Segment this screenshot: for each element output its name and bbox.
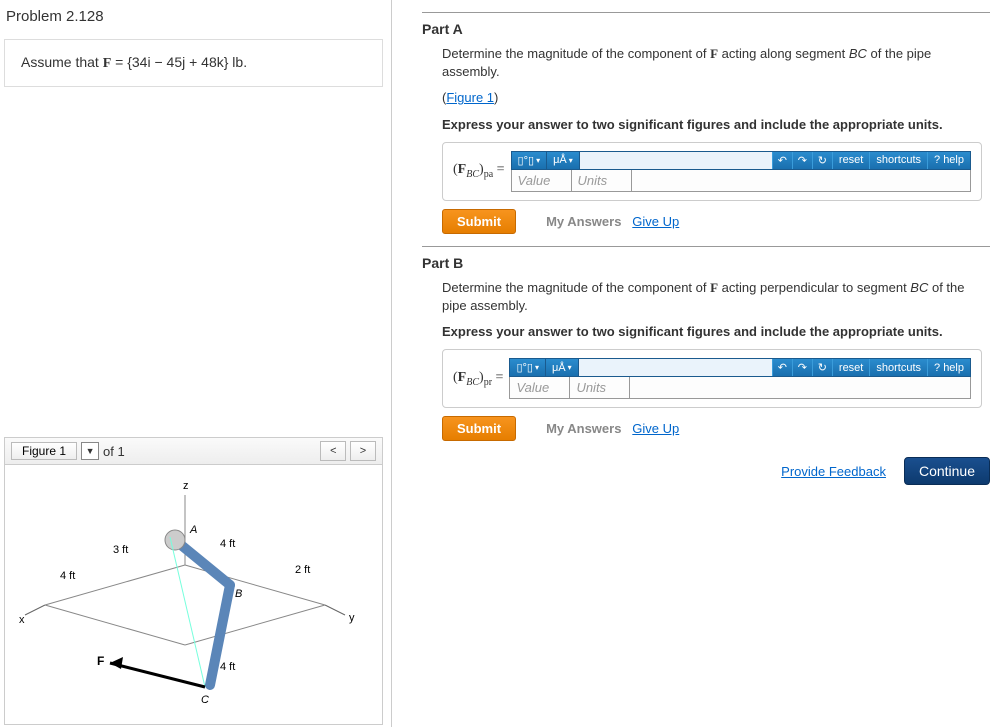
part-a-toolbar: ▯°▯▾ μÅ▾ ↶ ↷ ↻ reset shortcuts ? help xyxy=(511,151,971,170)
figure-toolbar: Figure 1 ▼ of 1 < > xyxy=(4,437,383,465)
assumption-box: Assume that F = {34i − 45j + 48k} lb. xyxy=(4,39,383,87)
footer-row: Provide Feedback Continue xyxy=(422,457,990,485)
part-a-value-input[interactable]: Value xyxy=(512,170,572,191)
force-symbol: F xyxy=(710,46,718,61)
part-a-title: Part A xyxy=(422,21,990,37)
figure-count: of 1 xyxy=(103,444,125,459)
part-b-input-rest[interactable] xyxy=(630,377,970,398)
dim-2ft: 2 ft xyxy=(295,564,310,576)
part-a-answer-box: (FBC)pa = ▯°▯▾ μÅ▾ ↶ ↷ ↻ xyxy=(442,142,982,201)
undo-button[interactable]: ↶ xyxy=(772,152,792,169)
part-b-toolbar: ▯°▯▾ μÅ▾ ↶ ↷ ↻ reset shortcuts ? help xyxy=(509,358,971,377)
symbols-button[interactable]: μÅ▾ xyxy=(546,359,578,376)
pt-B: B xyxy=(235,588,242,600)
assume-eq: = {34i − 45j + 48k} lb. xyxy=(111,54,247,70)
symbols-button[interactable]: μÅ▾ xyxy=(547,152,579,169)
part-b-lhs: (FBC)pr = xyxy=(453,370,509,388)
part-b-title: Part B xyxy=(422,255,990,271)
part-a-units-input[interactable]: Units xyxy=(572,170,632,191)
figure-next-button[interactable]: > xyxy=(350,441,376,461)
part-b-units-input[interactable]: Units xyxy=(570,377,630,398)
part-b-question: Determine the magnitude of the component… xyxy=(442,279,990,315)
part-b-body: Determine the magnitude of the component… xyxy=(422,279,990,442)
force-F: F xyxy=(97,654,104,668)
dim-4ft-c: 4 ft xyxy=(220,661,235,673)
shortcuts-button[interactable]: shortcuts xyxy=(869,359,927,376)
reset-button[interactable]: reset xyxy=(832,359,869,376)
part-b-my-answers[interactable]: My Answers xyxy=(546,421,621,436)
help-button[interactable]: ? help xyxy=(927,152,970,169)
assume-prefix: Assume that xyxy=(21,54,103,70)
part-a-submit-button[interactable]: Submit xyxy=(442,209,516,234)
pt-A: A xyxy=(189,524,197,536)
part-b-submit-button[interactable]: Submit xyxy=(442,416,516,441)
part-a-lhs: (FBC)pa = xyxy=(453,162,511,180)
figure-svg: z x y A B C F 3 ft 4 ft 4 ft 2 ft 4 ft xyxy=(5,465,385,723)
axis-y: y xyxy=(349,612,355,624)
force-symbol: F xyxy=(710,280,718,295)
reset-button[interactable]: reset xyxy=(832,152,869,169)
figure-prev-button[interactable]: < xyxy=(320,441,346,461)
figure-dropdown[interactable]: ▼ xyxy=(81,442,99,460)
redo-button[interactable]: ↷ xyxy=(792,359,812,376)
part-a-give-up[interactable]: Give Up xyxy=(632,214,679,229)
assume-F: F xyxy=(103,56,112,71)
refresh-button[interactable]: ↻ xyxy=(812,359,832,376)
template-button[interactable]: ▯°▯▾ xyxy=(510,359,546,376)
part-b-answer-box: (FBC)pr = ▯°▯▾ μÅ▾ ↶ ↷ ↻ xyxy=(442,349,982,408)
left-panel: Problem 2.128 Assume that F = {34i − 45j… xyxy=(0,0,392,727)
help-button[interactable]: ? help xyxy=(927,359,970,376)
part-b-instruction: Express your answer to two significant f… xyxy=(442,323,990,341)
part-a-input-rest[interactable] xyxy=(632,170,970,191)
provide-feedback-link[interactable]: Provide Feedback xyxy=(781,464,886,479)
refresh-button[interactable]: ↻ xyxy=(812,152,832,169)
part-a-question: Determine the magnitude of the component… xyxy=(442,45,990,81)
shortcuts-button[interactable]: shortcuts xyxy=(869,152,927,169)
part-a-instruction: Express your answer to two significant f… xyxy=(442,116,990,134)
problem-title: Problem 2.128 xyxy=(0,8,391,39)
redo-button[interactable]: ↷ xyxy=(792,152,812,169)
dim-4ft-a: 4 ft xyxy=(60,570,75,582)
axis-x: x xyxy=(19,614,25,626)
part-b-value-input[interactable]: Value xyxy=(510,377,570,398)
figure-select-button[interactable]: Figure 1 xyxy=(11,442,77,460)
part-a-input-row: Value Units xyxy=(511,170,971,192)
figure-link[interactable]: Figure 1 xyxy=(446,90,494,105)
right-panel: Part A Determine the magnitude of the co… xyxy=(392,0,1002,727)
part-a-my-answers[interactable]: My Answers xyxy=(546,214,621,229)
axis-z: z xyxy=(183,480,189,492)
template-button[interactable]: ▯°▯▾ xyxy=(512,152,548,169)
continue-button[interactable]: Continue xyxy=(904,457,990,485)
pt-C: C xyxy=(201,694,209,706)
part-b-input-row: Value Units xyxy=(509,377,971,399)
separator-mid xyxy=(422,246,990,247)
part-b-give-up[interactable]: Give Up xyxy=(632,421,679,436)
figure-canvas: z x y A B C F 3 ft 4 ft 4 ft 2 ft 4 ft xyxy=(4,465,383,725)
part-a-body: Determine the magnitude of the component… xyxy=(422,45,990,234)
dim-3ft: 3 ft xyxy=(113,544,128,556)
undo-button[interactable]: ↶ xyxy=(772,359,792,376)
separator-top xyxy=(422,12,990,13)
dim-4ft-b: 4 ft xyxy=(220,538,235,550)
